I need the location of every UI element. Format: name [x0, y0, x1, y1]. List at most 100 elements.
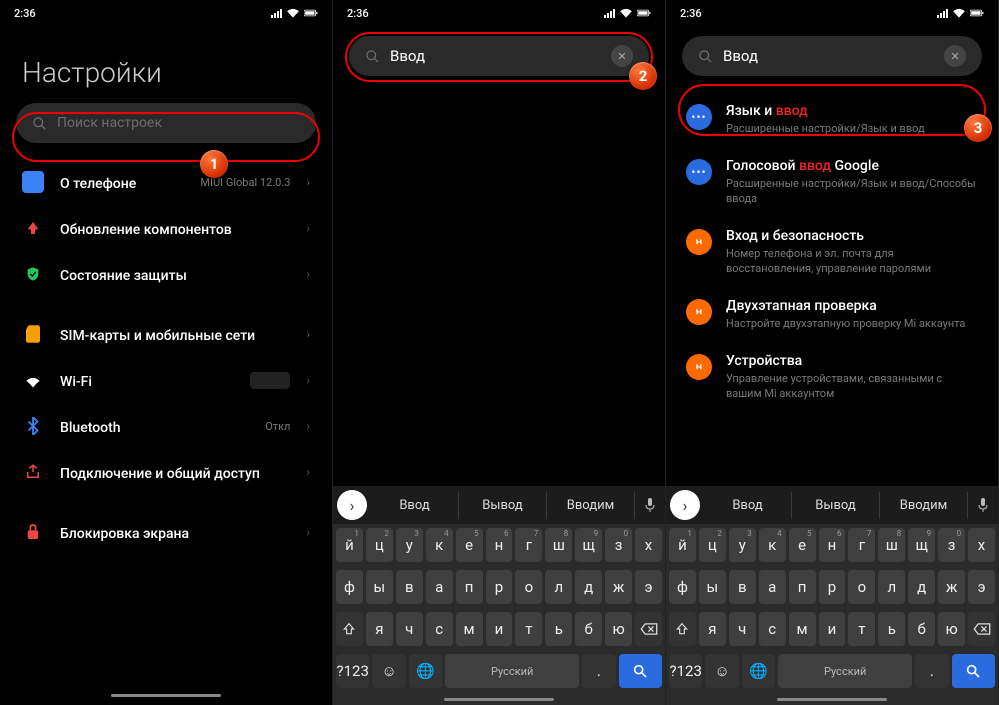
key-х[interactable]: х	[968, 528, 995, 562]
clear-icon[interactable]: ✕	[611, 45, 633, 67]
key-д[interactable]: д	[908, 570, 935, 604]
key-ф[interactable]: ф	[336, 570, 363, 604]
item-bluetooth[interactable]: Bluetooth Откл ›	[0, 403, 332, 449]
key-й[interactable]: й1	[336, 528, 363, 562]
key-ч[interactable]: ч	[396, 612, 423, 646]
key-р[interactable]: р	[486, 570, 513, 604]
key-я[interactable]: я	[699, 612, 726, 646]
key-в[interactable]: в	[396, 570, 423, 604]
key-н[interactable]: н6	[819, 528, 846, 562]
key-ю[interactable]: ю	[605, 612, 632, 646]
nav-handle[interactable]	[111, 694, 221, 697]
key-search[interactable]	[619, 654, 662, 688]
key-lang[interactable]: 🌐	[742, 654, 775, 688]
key-symbols[interactable]: ?123	[336, 654, 369, 688]
key-ш[interactable]: ш8	[878, 528, 905, 562]
key-backspace[interactable]	[635, 612, 662, 646]
key-в[interactable]: в	[729, 570, 756, 604]
item-updates[interactable]: Обновление компонентов ›	[0, 205, 332, 251]
result-item[interactable]: ⲙВход и безопасностьНомер телефона и эл.…	[666, 217, 998, 287]
key-щ[interactable]: щ9	[575, 528, 602, 562]
key-dot[interactable]: .	[582, 654, 615, 688]
key-ш[interactable]: ш8	[545, 528, 572, 562]
key-backspace[interactable]	[968, 612, 995, 646]
key-я[interactable]: я	[366, 612, 393, 646]
suggestion[interactable]: Ввод	[704, 492, 792, 519]
key-х[interactable]: х	[635, 528, 662, 562]
key-н[interactable]: н6	[486, 528, 513, 562]
key-ц[interactable]: ц2	[699, 528, 726, 562]
clear-icon[interactable]: ✕	[944, 45, 966, 67]
key-й[interactable]: й1	[669, 528, 696, 562]
key-а[interactable]: а	[759, 570, 786, 604]
key-ю[interactable]: ю	[938, 612, 965, 646]
mic-icon[interactable]	[968, 497, 998, 513]
key-с[interactable]: с	[426, 612, 453, 646]
key-р[interactable]: р	[819, 570, 846, 604]
suggestion[interactable]: Вводим	[547, 492, 635, 519]
key-п[interactable]: п	[789, 570, 816, 604]
item-about-phone[interactable]: О телефоне MIUI Global 12.0.3 ›	[0, 159, 332, 205]
key-т[interactable]: т	[848, 612, 875, 646]
key-search[interactable]	[952, 654, 995, 688]
key-о[interactable]: о	[848, 570, 875, 604]
key-space[interactable]: Русский	[778, 654, 912, 688]
key-у[interactable]: у3	[729, 528, 756, 562]
key-з[interactable]: з0	[605, 528, 632, 562]
key-м[interactable]: м	[456, 612, 483, 646]
key-и[interactable]: и	[819, 612, 846, 646]
key-и[interactable]: и	[486, 612, 513, 646]
key-а[interactable]: а	[426, 570, 453, 604]
key-ф[interactable]: ф	[669, 570, 696, 604]
suggestion[interactable]: Вывод	[459, 492, 547, 519]
key-emoji[interactable]: ☺	[372, 654, 405, 688]
key-е[interactable]: е5	[456, 528, 483, 562]
key-ч[interactable]: ч	[729, 612, 756, 646]
key-г[interactable]: г7	[515, 528, 542, 562]
key-lang[interactable]: 🌐	[409, 654, 442, 688]
key-с[interactable]: с	[759, 612, 786, 646]
key-о[interactable]: о	[515, 570, 542, 604]
key-л[interactable]: л	[878, 570, 905, 604]
key-symbols[interactable]: ?123	[669, 654, 702, 688]
key-т[interactable]: т	[515, 612, 542, 646]
item-sharing[interactable]: Подключение и общий доступ ›	[0, 449, 332, 495]
key-shift[interactable]	[336, 612, 363, 646]
item-sim[interactable]: SIM-карты и мобильные сети ›	[0, 311, 332, 357]
key-щ[interactable]: щ9	[908, 528, 935, 562]
key-ж[interactable]: ж	[938, 570, 965, 604]
key-ы[interactable]: ы	[366, 570, 393, 604]
result-item[interactable]: ⲙУстройстваУправление устройствами, связ…	[666, 342, 998, 412]
expand-icon[interactable]: ›	[670, 490, 700, 520]
item-wifi[interactable]: Wi-Fi ›	[0, 357, 332, 403]
key-dot[interactable]: .	[915, 654, 948, 688]
nav-handle[interactable]	[444, 698, 554, 701]
key-м[interactable]: м	[789, 612, 816, 646]
key-ь[interactable]: ь	[878, 612, 905, 646]
key-к[interactable]: к4	[426, 528, 453, 562]
suggestion[interactable]: Ввод	[371, 492, 459, 519]
key-к[interactable]: к4	[759, 528, 786, 562]
key-л[interactable]: л	[545, 570, 572, 604]
key-е[interactable]: е5	[789, 528, 816, 562]
mic-icon[interactable]	[635, 497, 665, 513]
search-input[interactable]: ✕	[349, 36, 649, 76]
suggestion[interactable]: Вывод	[792, 492, 880, 519]
key-ж[interactable]: ж	[605, 570, 632, 604]
nav-handle[interactable]	[777, 698, 887, 701]
result-item[interactable]: ⲙДвухэтапная проверкаНастройте двухэтапн…	[666, 287, 998, 342]
key-ь[interactable]: ь	[545, 612, 572, 646]
search-field[interactable]	[390, 47, 601, 65]
key-у[interactable]: у3	[396, 528, 423, 562]
search-input[interactable]: Поиск настроек	[16, 103, 316, 143]
search-field[interactable]	[723, 47, 934, 65]
key-emoji[interactable]: ☺	[705, 654, 738, 688]
key-б[interactable]: б	[575, 612, 602, 646]
item-security[interactable]: Состояние защиты ›	[0, 251, 332, 297]
search-input[interactable]: ✕	[682, 36, 982, 76]
key-д[interactable]: д	[575, 570, 602, 604]
expand-icon[interactable]: ›	[337, 490, 367, 520]
suggestion[interactable]: Вводим	[880, 492, 968, 519]
result-item[interactable]: •••Язык и вводРасширенные настройки/Язык…	[666, 92, 998, 147]
key-space[interactable]: Русский	[445, 654, 579, 688]
